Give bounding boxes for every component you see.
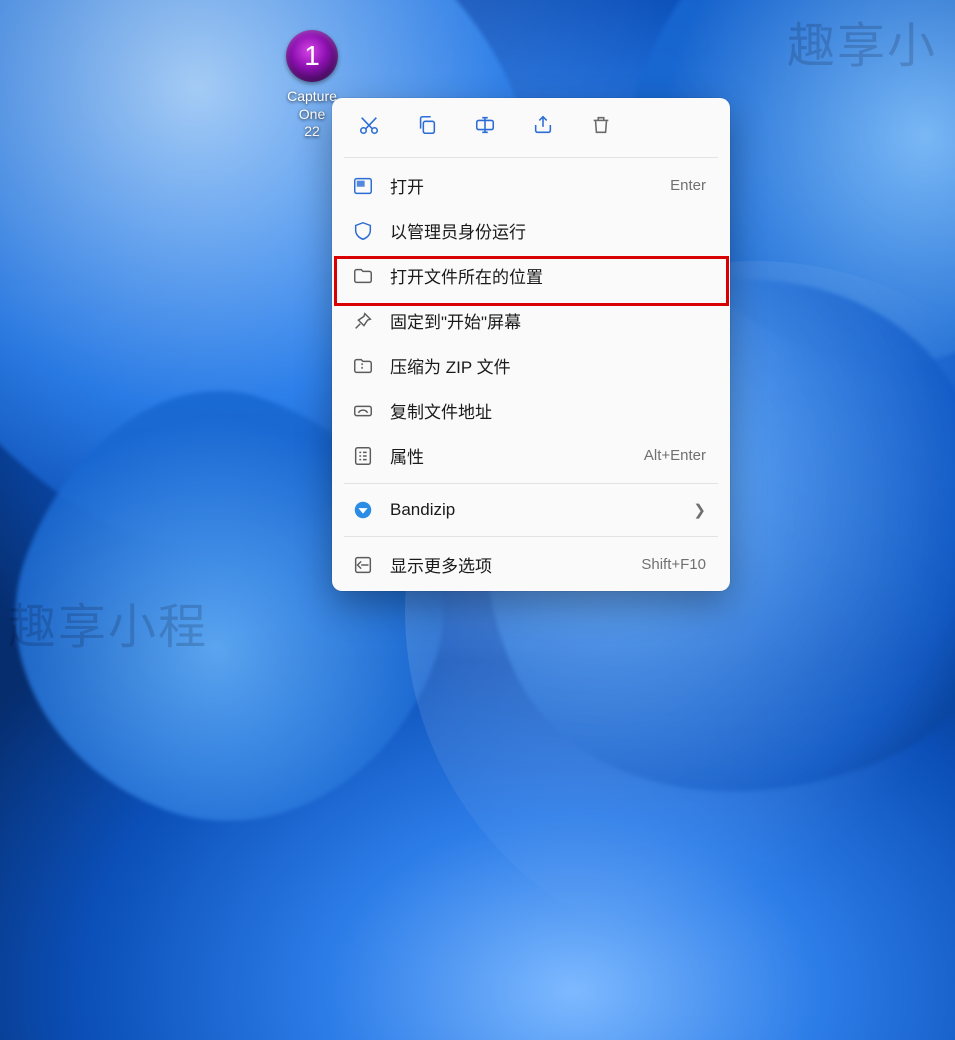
folder-icon [352,265,374,287]
menu-item-label: Bandizip [390,500,677,520]
chevron-right-icon: ❯ [693,501,706,519]
menu-item-pin-to-start[interactable]: 固定到"开始"屏幕 [340,298,722,343]
rename-icon[interactable] [472,112,498,138]
menu-item-properties[interactable]: 属性 Alt+Enter [340,433,722,478]
shield-icon [352,220,374,242]
menu-item-shortcut: Shift+F10 [641,556,706,573]
open-icon [352,175,374,197]
menu-item-compress-zip[interactable]: 压缩为 ZIP 文件 [340,343,722,388]
share-icon[interactable] [530,112,556,138]
menu-item-bandizip[interactable]: Bandizip ❯ [340,489,722,531]
menu-item-shortcut: Alt+Enter [644,447,706,464]
menu-item-label: 压缩为 ZIP 文件 [390,353,706,378]
capture-one-icon: 1 [286,30,338,82]
delete-icon[interactable] [588,112,614,138]
menu-item-label: 打开 [390,173,654,198]
menu-item-label: 显示更多选项 [390,552,625,577]
divider [344,536,718,537]
path-icon [352,400,374,422]
menu-item-open[interactable]: 打开 Enter [340,163,722,208]
divider [344,157,718,158]
copy-icon[interactable] [414,112,440,138]
show-more-icon [352,554,374,576]
menu-item-run-as-admin[interactable]: 以管理员身份运行 [340,208,722,253]
bandizip-icon [352,499,374,521]
context-menu-top-bar [332,104,730,152]
menu-item-show-more-options[interactable]: 显示更多选项 Shift+F10 [340,542,722,587]
cut-icon[interactable] [356,112,382,138]
pin-icon [352,310,374,332]
menu-item-label: 固定到"开始"屏幕 [390,308,706,333]
zip-folder-icon [352,355,374,377]
menu-item-label: 以管理员身份运行 [390,218,706,243]
menu-item-label: 复制文件地址 [390,398,706,423]
divider [344,483,718,484]
menu-item-open-file-location[interactable]: 打开文件所在的位置 [340,253,722,298]
menu-item-copy-path[interactable]: 复制文件地址 [340,388,722,433]
context-menu: 打开 Enter 以管理员身份运行 打开文件所在的位置 固定到"开始"屏幕 [332,98,730,591]
menu-item-label: 属性 [390,443,628,468]
menu-item-shortcut: Enter [670,177,706,194]
properties-icon [352,445,374,467]
menu-item-label: 打开文件所在的位置 [390,263,706,288]
